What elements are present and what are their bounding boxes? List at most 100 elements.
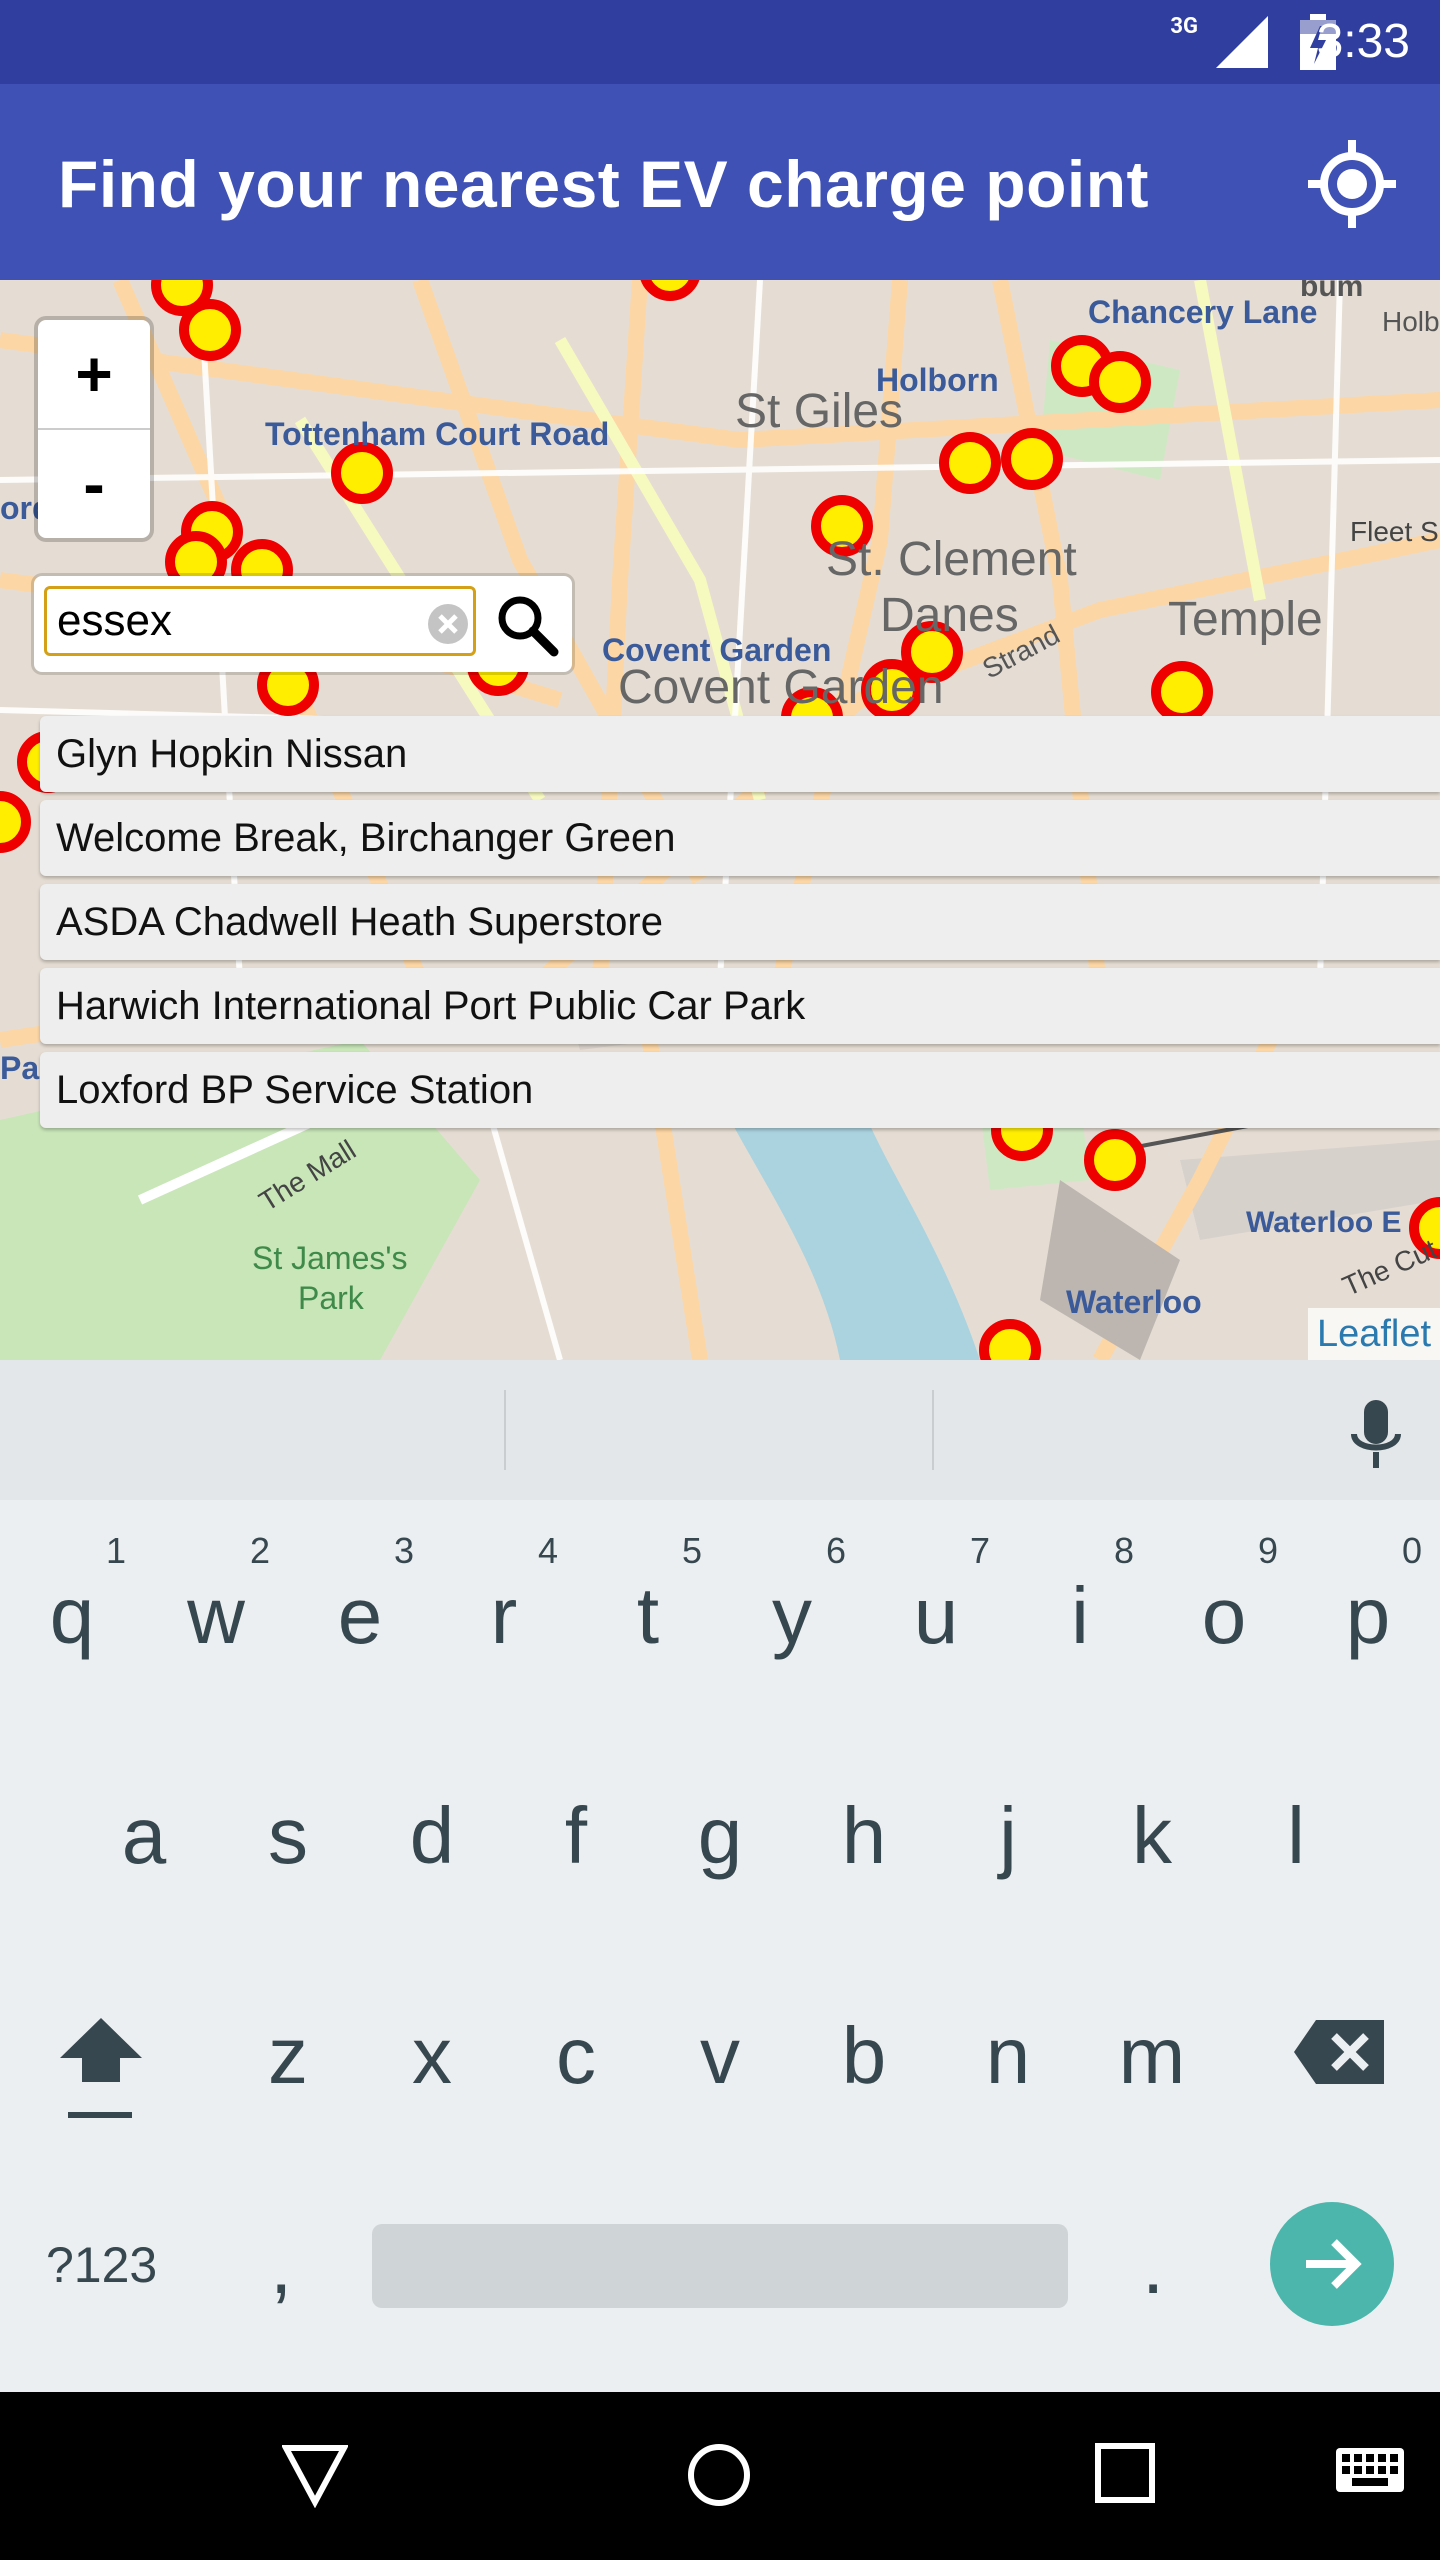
key-label: q	[49, 1571, 95, 1660]
back-icon[interactable]	[282, 2442, 348, 2508]
key-label: y	[772, 1571, 812, 1660]
key-p[interactable]: 0p	[1296, 1530, 1440, 1662]
network-type: 3G	[1170, 14, 1198, 39]
zoom-out-button[interactable]: -	[38, 428, 150, 538]
soft-keyboard: 1q2w3e4r5t6y7u8i9o0p asdfghjkl zxcvbnm ?…	[0, 1360, 1440, 2392]
search-result-item[interactable]: Harwich International Port Public Car Pa…	[40, 968, 1440, 1044]
recents-icon[interactable]	[1094, 2442, 1156, 2504]
map-label: Danes	[880, 589, 1019, 642]
key-hint: 3	[393, 1530, 414, 1571]
search-result-item[interactable]: Loxford BP Service Station	[40, 1052, 1440, 1128]
key-e[interactable]: 3e	[288, 1530, 432, 1662]
key-hint: 7	[969, 1530, 990, 1571]
key-label: w	[187, 1571, 245, 1660]
space-key[interactable]	[372, 2224, 1068, 2308]
key-x[interactable]: x	[360, 2010, 504, 2102]
key-j[interactable]: j	[936, 1790, 1080, 1882]
search-result-item[interactable]: Welcome Break, Birchanger Green	[40, 800, 1440, 876]
key-hint: 8	[1113, 1530, 1134, 1571]
key-u[interactable]: 7u	[864, 1530, 1008, 1662]
map-label: bum	[1300, 280, 1364, 303]
divider	[504, 1390, 506, 1470]
map[interactable]: Chancery Lane bum Holb Holborn St Giles …	[0, 280, 1440, 1360]
attribution-link[interactable]: Leaflet	[1308, 1308, 1440, 1360]
search-control: essex	[34, 576, 572, 672]
period-key[interactable]: .	[1142, 2220, 1164, 2312]
key-hint: 9	[1257, 1530, 1278, 1571]
key-l[interactable]: l	[1224, 1790, 1368, 1882]
clock: 3:33	[1316, 15, 1410, 68]
key-y[interactable]: 6y	[720, 1530, 864, 1662]
map-label: St Giles	[735, 385, 904, 438]
comma-key[interactable]: ,	[270, 2220, 292, 2312]
key-label: e	[337, 1571, 383, 1660]
shift-icon[interactable]	[56, 2006, 146, 2136]
arrow-right-icon	[1306, 2239, 1362, 2289]
key-s[interactable]: s	[216, 1790, 360, 1882]
map-label: Holb	[1382, 306, 1440, 337]
key-w[interactable]: 2w	[144, 1530, 288, 1662]
map-label: St. Clement	[826, 533, 1077, 586]
key-t[interactable]: 5t	[576, 1530, 720, 1662]
key-k[interactable]: k	[1080, 1790, 1224, 1882]
key-hint: 4	[537, 1530, 558, 1571]
map-label: Chancery Lane	[1088, 294, 1318, 330]
app-bar: Find your nearest EV charge point	[0, 84, 1440, 280]
status-bar: 3G 3:33	[0, 0, 1440, 84]
zoom-control: + -	[38, 320, 150, 538]
search-results: Glyn Hopkin Nissan Welcome Break, Bircha…	[40, 716, 1440, 1136]
zoom-in-button[interactable]: +	[38, 320, 150, 428]
key-hint: 6	[825, 1530, 846, 1571]
key-z[interactable]: z	[216, 2010, 360, 2102]
map-label: St James's	[252, 1240, 408, 1276]
key-label: o	[1201, 1571, 1247, 1660]
microphone-icon[interactable]	[1346, 1396, 1406, 1476]
key-hint: 0	[1401, 1530, 1422, 1571]
suggestion-strip	[0, 1360, 1440, 1500]
divider	[932, 1390, 934, 1470]
key-h[interactable]: h	[792, 1790, 936, 1882]
key-m[interactable]: m	[1080, 2010, 1224, 2102]
key-g[interactable]: g	[648, 1790, 792, 1882]
key-r[interactable]: 4r	[432, 1530, 576, 1662]
search-result-item[interactable]: Glyn Hopkin Nissan	[40, 716, 1440, 792]
map-label: Covent Garden	[618, 661, 944, 714]
key-a[interactable]: a	[72, 1790, 216, 1882]
key-hint: 2	[249, 1530, 270, 1571]
key-b[interactable]: b	[792, 2010, 936, 2102]
symbols-key[interactable]: ?123	[46, 2236, 157, 2294]
search-icon[interactable]	[494, 592, 560, 658]
backspace-icon[interactable]	[1292, 2016, 1388, 2088]
search-input[interactable]: essex	[44, 586, 476, 656]
map-label: Temple	[1168, 593, 1323, 646]
key-n[interactable]: n	[936, 2010, 1080, 2102]
search-result-item[interactable]: ASDA Chadwell Heath Superstore	[40, 884, 1440, 960]
key-i[interactable]: 8i	[1008, 1530, 1152, 1662]
signal-icon	[1216, 16, 1268, 68]
key-c[interactable]: c	[504, 2010, 648, 2102]
clear-icon[interactable]	[424, 600, 472, 648]
keyboard-icon[interactable]	[1334, 2446, 1406, 2498]
key-d[interactable]: d	[360, 1790, 504, 1882]
map-label: Park	[298, 1280, 364, 1316]
home-icon[interactable]	[686, 2442, 752, 2508]
key-label: r	[490, 1571, 518, 1660]
key-label: u	[913, 1571, 959, 1660]
page-title: Find your nearest EV charge point	[58, 147, 1150, 221]
my-location-icon[interactable]	[1304, 136, 1400, 232]
key-hint: 5	[681, 1530, 702, 1571]
key-f[interactable]: f	[504, 1790, 648, 1882]
key-q[interactable]: 1q	[0, 1530, 144, 1662]
map-label: Fleet S	[1350, 516, 1439, 547]
key-label: t	[636, 1571, 660, 1660]
enter-key[interactable]	[1270, 2202, 1394, 2326]
map-label: Tottenham Court Road	[265, 416, 610, 452]
navigation-bar	[0, 2392, 1440, 2560]
key-o[interactable]: 9o	[1152, 1530, 1296, 1662]
key-label: i	[1071, 1571, 1089, 1660]
map-label: Waterloo	[1066, 1284, 1202, 1320]
key-label: p	[1345, 1571, 1391, 1660]
key-hint: 1	[105, 1530, 126, 1571]
map-label: Waterloo E	[1246, 1206, 1402, 1239]
key-v[interactable]: v	[648, 2010, 792, 2102]
